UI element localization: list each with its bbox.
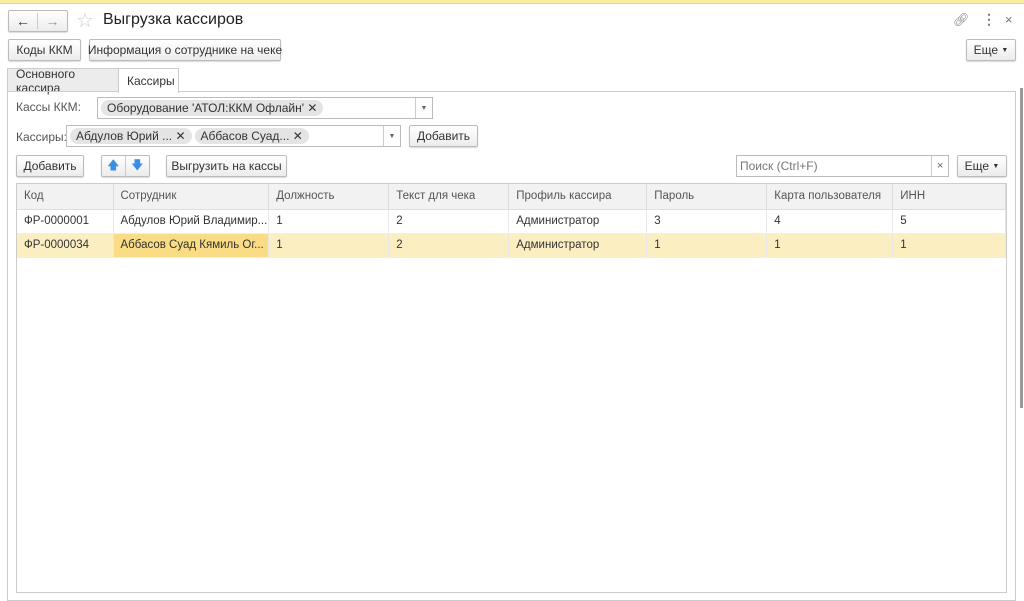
list-more-button[interactable]: Еще ▼ [957,155,1007,177]
cashier-chip[interactable]: Аббасов Суад... ✕ [194,128,309,144]
table-row[interactable]: ФР-0000001 Абдулов Юрий Владимир... 1 2 … [17,209,1006,234]
column-header[interactable]: Сотрудник [113,184,270,210]
column-header[interactable]: Карта пользователя [766,184,894,210]
nav-buttons: ← → [8,10,68,32]
cell-user-card[interactable]: 1 [766,233,894,258]
kkm-field[interactable]: Оборудование 'АТОЛ:ККМ Офлайн' ✕ ▼ [97,97,433,119]
dropdown-icon: ▼ [992,162,1000,170]
more-button[interactable]: Еще ▼ [966,39,1016,61]
cell-profile[interactable]: Администратор [508,233,648,258]
remove-icon[interactable]: ✕ [175,129,185,143]
add-button[interactable]: Добавить [16,155,84,177]
cell-inn[interactable]: 5 [892,209,1006,234]
column-header[interactable]: Профиль кассира [508,184,648,210]
cell-code[interactable]: ФР-0000001 [17,209,114,234]
cell-position[interactable]: 1 [268,209,390,234]
cell-employee[interactable]: Аббасов Суад Кямиль Ог... [113,233,270,258]
cell-profile[interactable]: Администратор [508,209,648,234]
link-icon[interactable]: 🔗︎ [953,12,970,28]
cashiers-label: Кассиры: [16,130,67,144]
add-cashier-filter-button[interactable]: Добавить [409,125,478,147]
kkm-chip[interactable]: Оборудование 'АТОЛ:ККМ Офлайн' ✕ [101,100,324,116]
dropdown-icon: ▼ [1001,46,1009,54]
cashiers-table: Код Сотрудник Должность Текст для чека П… [16,183,1007,593]
remove-icon[interactable]: ✕ [307,101,317,115]
search-text[interactable] [737,156,929,176]
cashier-chip[interactable]: Абдулов Юрий ... ✕ [70,128,192,144]
back-arrow-icon[interactable]: ← [9,13,39,29]
cell-receipt-text[interactable]: 2 [388,209,510,234]
column-header[interactable]: Должность [268,184,390,210]
employee-info-button[interactable]: Информация о сотруднике на чеке [88,39,282,61]
more-label: Еще [964,159,990,173]
chip-label: Абдулов Юрий ... [76,129,173,143]
cell-position[interactable]: 1 [268,233,390,258]
table-header: Код Сотрудник Должность Текст для чека П… [17,184,1006,210]
cell-user-card[interactable]: 4 [766,209,894,234]
cell-code[interactable]: ФР-0000034 [17,233,114,258]
kkm-label: Кассы ККМ: [16,100,81,114]
kkm-codes-button[interactable]: Коды ККМ [8,39,81,61]
cell-password[interactable]: 1 [646,233,768,258]
more-label: Еще [973,43,999,57]
forward-arrow-icon[interactable]: → [38,13,67,29]
dropdown-icon[interactable]: ▼ [415,98,432,118]
column-header[interactable]: Пароль [646,184,768,210]
column-header[interactable]: Текст для чека [388,184,510,210]
move-buttons: 🡅 🡇 [101,155,150,177]
top-bar [0,0,1024,4]
cell-password[interactable]: 3 [646,209,768,234]
star-icon[interactable]: ☆ [76,8,94,33]
column-header[interactable]: Код [17,184,114,210]
cell-employee[interactable]: Абдулов Юрий Владимир... [113,209,270,234]
tab-main-cashier[interactable]: Основного кассира [7,67,119,95]
search-input[interactable]: × [736,155,949,177]
upload-button[interactable]: Выгрузить на кассы [166,155,287,177]
move-down-icon[interactable]: 🡇 [126,156,149,177]
cell-receipt-text[interactable]: 2 [388,233,510,258]
column-header[interactable]: ИНН [892,184,1006,210]
scrollbar[interactable] [1020,88,1023,408]
more-vertical-icon[interactable]: ⋮ [982,11,996,28]
clear-icon[interactable]: × [931,156,948,176]
dropdown-icon[interactable]: ▼ [383,126,400,146]
remove-icon[interactable]: ✕ [293,129,303,143]
page-title: Выгрузка кассиров [103,11,244,28]
tab-cashiers[interactable]: Кассиры [118,68,179,93]
table-row-selected[interactable]: ФР-0000034 Аббасов Суад Кямиль Ог... 1 2… [17,233,1006,258]
cell-inn[interactable]: 1 [892,233,1006,258]
chip-label: Аббасов Суад... [200,129,290,143]
chip-label: Оборудование 'АТОЛ:ККМ Офлайн' [107,101,305,115]
cashiers-field[interactable]: Абдулов Юрий ... ✕ Аббасов Суад... ✕ ▼ [66,125,401,147]
close-icon[interactable]: × [1005,12,1013,27]
move-up-icon[interactable]: 🡅 [102,155,126,177]
